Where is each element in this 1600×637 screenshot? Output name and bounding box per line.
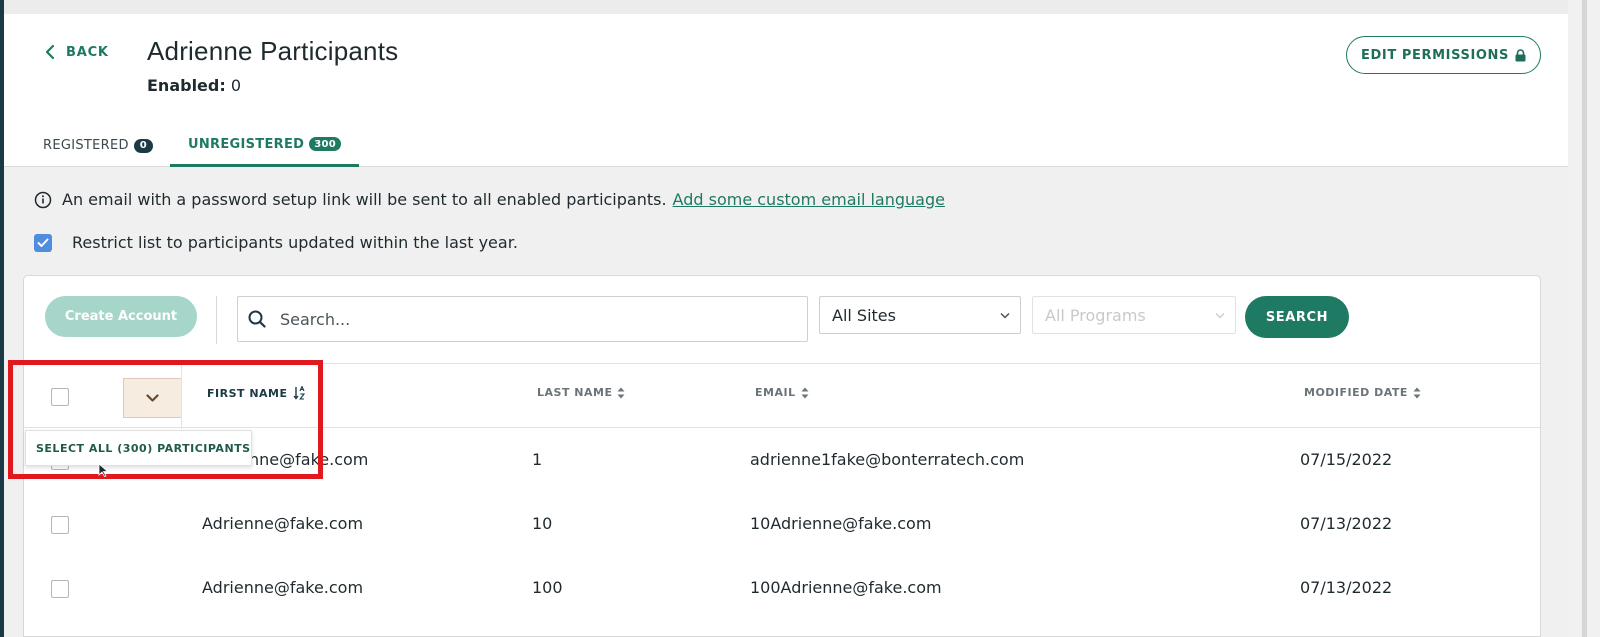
enabled-value: 0 xyxy=(230,76,242,95)
restrict-label: Restrict list to participants updated wi… xyxy=(72,233,518,252)
sites-select-value: All Sites xyxy=(832,305,896,325)
restrict-option: Restrict list to participants updated wi… xyxy=(34,233,518,252)
unregistered-count-badge: 300 xyxy=(309,137,342,151)
modified-date-cell: 07/15/2022 xyxy=(1300,450,1393,469)
sites-select[interactable]: All Sites xyxy=(819,296,1021,334)
create-account-button[interactable]: Create Account xyxy=(45,296,197,337)
bulk-select-dropdown[interactable] xyxy=(123,378,182,418)
search-button[interactable]: SEARCH xyxy=(1245,296,1349,338)
programs-select-value: All Programs xyxy=(1045,305,1146,325)
lock-icon xyxy=(1515,48,1526,61)
restrict-checkbox[interactable] xyxy=(34,233,52,252)
email-cell: 100Adrienne@fake.com xyxy=(750,578,942,597)
email-cell: adrienne1fake@bonterratech.com xyxy=(750,450,1025,469)
chevron-left-icon xyxy=(45,44,55,60)
last-name-cell: 1 xyxy=(532,450,543,469)
row-checkbox[interactable] xyxy=(51,516,69,534)
column-header-last-name[interactable]: LAST NAME xyxy=(537,386,625,399)
modified-date-header-label: MODIFIED DATE xyxy=(1304,386,1408,399)
custom-email-language-link[interactable]: Add some custom email language xyxy=(673,190,945,209)
page-header: BACK Adrienne Participants Enabled: 0 ED… xyxy=(4,14,1568,167)
email-cell: 10Adrienne@fake.com xyxy=(750,514,932,533)
top-strip xyxy=(4,0,1568,14)
edit-permissions-label: EDIT PERMISSIONS xyxy=(1361,47,1509,63)
chevron-down-icon xyxy=(1215,312,1225,319)
column-divider xyxy=(181,364,182,429)
email-header-label: EMAIL xyxy=(755,386,796,399)
last-name-header-label: LAST NAME xyxy=(537,386,613,399)
table-header: FIRST NAME LAST NAME EMAIL MODIFIED DATE xyxy=(24,363,1540,429)
back-button[interactable]: BACK xyxy=(44,44,109,60)
last-name-cell: 10 xyxy=(532,514,553,533)
participants-page: BACK Adrienne Participants Enabled: 0 ED… xyxy=(4,14,1568,637)
checkmark-icon xyxy=(37,238,49,247)
participants-table-card: Create Account All Sites All Programs SE… xyxy=(23,275,1541,637)
chevron-down-icon xyxy=(146,394,159,402)
sort-icon xyxy=(617,387,625,398)
sort-icon xyxy=(1413,387,1421,398)
enabled-count: Enabled: 0 xyxy=(147,76,241,95)
tab-unregistered-label: UNREGISTERED xyxy=(188,136,305,152)
row-checkbox[interactable] xyxy=(51,580,69,598)
search-input[interactable] xyxy=(280,309,780,329)
mouse-cursor-icon xyxy=(98,463,108,477)
email-notice: An email with a password setup link will… xyxy=(34,190,945,209)
chevron-down-icon xyxy=(1000,312,1010,319)
last-name-cell: 100 xyxy=(532,578,563,597)
select-all-checkbox[interactable] xyxy=(51,388,69,406)
modified-date-cell: 07/13/2022 xyxy=(1300,514,1393,533)
programs-select[interactable]: All Programs xyxy=(1032,296,1236,334)
tab-unregistered[interactable]: UNREGISTERED 300 xyxy=(170,124,359,167)
back-label: BACK xyxy=(66,44,109,60)
first-name-cell: Adrienne@fake.com xyxy=(202,578,364,597)
registered-count-badge: 0 xyxy=(133,138,153,153)
scrollbar-thumb[interactable] xyxy=(1582,0,1587,637)
search-field[interactable] xyxy=(237,296,808,342)
tab-registered-label: REGISTERED xyxy=(43,138,129,153)
sort-icon xyxy=(801,387,809,398)
column-header-modified-date[interactable]: MODIFIED DATE xyxy=(1304,386,1421,399)
column-header-email[interactable]: EMAIL xyxy=(755,386,809,399)
column-header-first-name[interactable]: FIRST NAME xyxy=(207,386,307,400)
info-icon xyxy=(34,191,52,208)
edit-permissions-button[interactable]: EDIT PERMISSIONS xyxy=(1346,36,1541,74)
toolbar-divider xyxy=(216,296,217,344)
search-icon xyxy=(248,310,266,328)
tab-registered[interactable]: REGISTERED 0 xyxy=(43,124,153,167)
first-name-cell: Adrienne@fake.com xyxy=(202,514,364,533)
page-title: Adrienne Participants xyxy=(147,36,399,66)
email-notice-text: An email with a password setup link will… xyxy=(62,190,667,209)
sort-ascending-icon xyxy=(292,386,305,400)
first-name-header-label: FIRST NAME xyxy=(207,386,288,400)
table-row[interactable]: Adrienne@fake.com 10 10Adrienne@fake.com… xyxy=(24,492,1540,556)
first-name-cell: nne@fake.com xyxy=(249,450,369,469)
table-row[interactable]: Adrienne@fake.com 100 100Adrienne@fake.c… xyxy=(24,556,1540,620)
enabled-label: Enabled: xyxy=(147,76,226,95)
modified-date-cell: 07/13/2022 xyxy=(1300,578,1393,597)
select-all-participants-option[interactable]: SELECT ALL (300) PARTICIPANTS xyxy=(25,430,252,466)
